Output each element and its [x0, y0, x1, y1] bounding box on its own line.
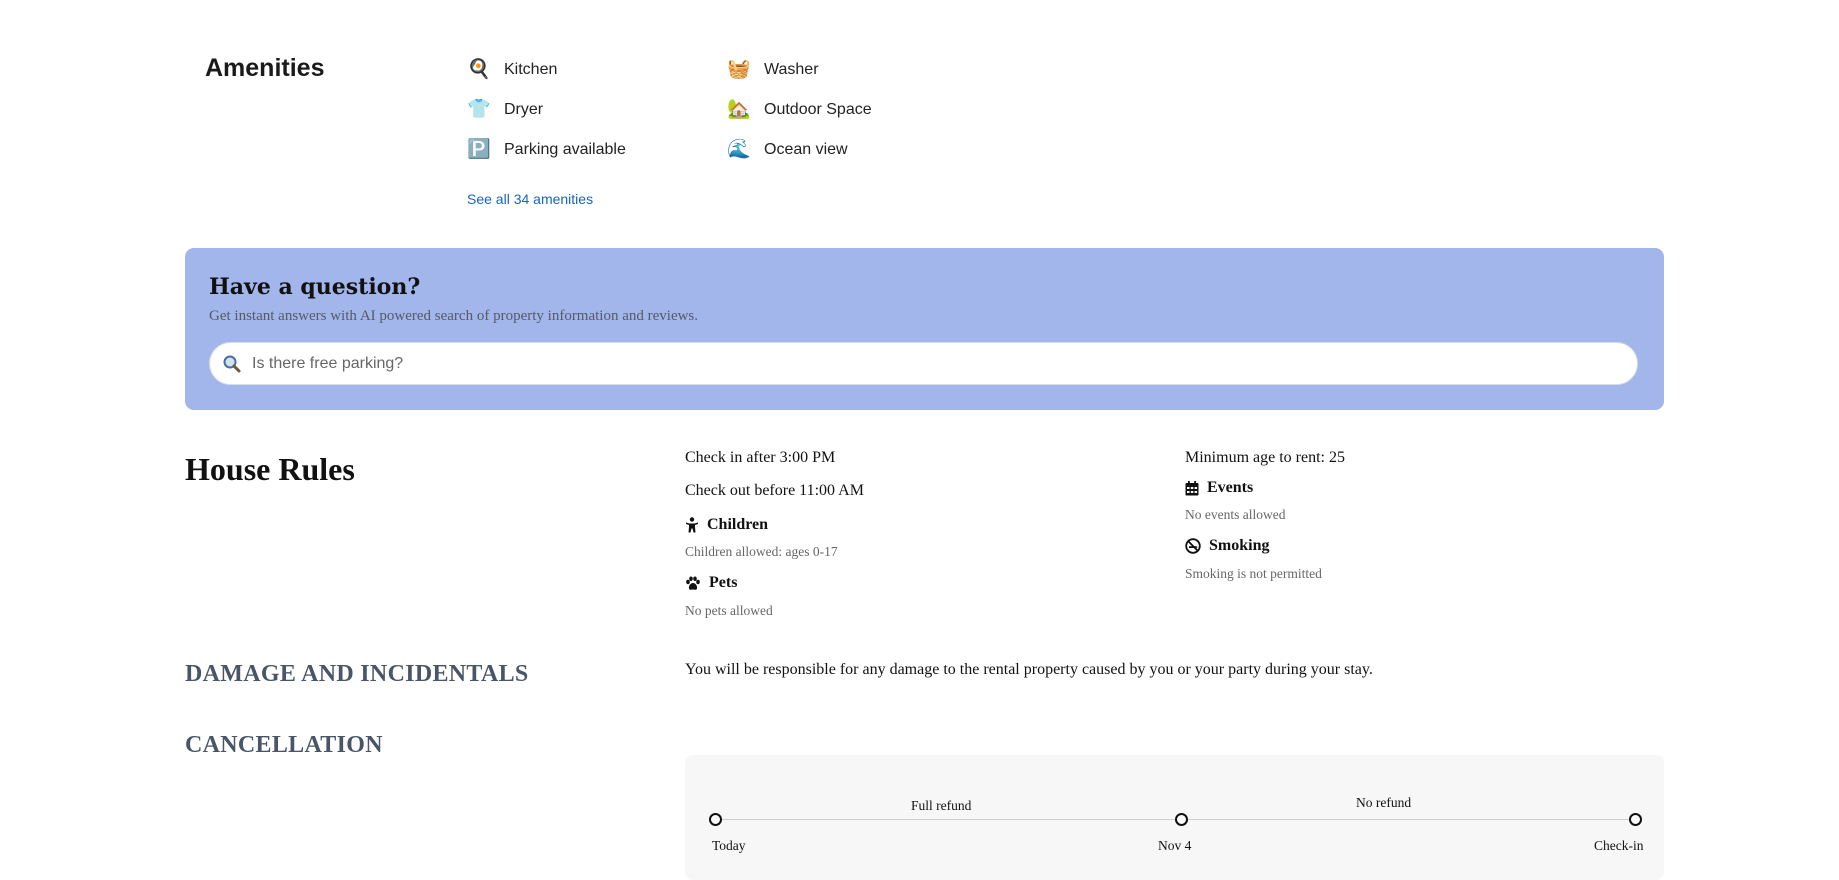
pets-detail: No pets allowed	[685, 603, 773, 618]
events-rule-heading: Events	[1185, 479, 1253, 497]
question-title: Have a question?	[209, 274, 421, 300]
timeline-point-nov-4	[1175, 813, 1188, 826]
children-label: Children	[707, 516, 769, 533]
house-garden-icon: 🏡	[727, 99, 751, 120]
smoking-rule-heading: Smoking	[1185, 537, 1269, 555]
no-smoking-icon	[1185, 538, 1201, 554]
house-rules-title: House Rules	[185, 451, 355, 487]
smoking-label: Smoking	[1209, 537, 1270, 554]
children-detail: Children allowed: ages 0-17	[685, 544, 838, 559]
check-in-rule: Check in after 3:00 PM	[685, 449, 836, 466]
amenity-ocean-view: 🌊 Ocean view	[727, 137, 927, 162]
child-icon	[686, 517, 698, 533]
frying-pan-icon: 🍳	[467, 59, 491, 80]
paw-icon	[686, 576, 700, 590]
question-panel: Have a question? Get instant answers wit…	[185, 248, 1664, 410]
see-all-amenities-link[interactable]: See all 34 amenities	[467, 191, 593, 207]
question-search-input[interactable]	[250, 353, 1637, 374]
timeline-point-check-in	[1629, 813, 1642, 826]
pets-rule-heading: Pets	[685, 574, 737, 592]
check-out-rule: Check out before 11:00 AM	[685, 482, 864, 499]
children-rule-heading: Children	[685, 516, 768, 534]
cancellation-heading: CANCELLATION	[185, 732, 383, 758]
amenity-label: Parking available	[504, 140, 626, 158]
damage-text: You will be responsible for any damage t…	[685, 661, 1373, 678]
amenity-outdoor-space: 🏡 Outdoor Space	[727, 97, 927, 122]
calendar-icon	[1185, 480, 1199, 495]
cancellation-timeline: Full refund No refund Today Nov 4 Check-…	[685, 755, 1664, 880]
timeline-label-today: Today	[712, 838, 746, 853]
smoking-detail: Smoking is not permitted	[1185, 566, 1322, 581]
question-subtitle: Get instant answers with AI powered sear…	[209, 308, 699, 324]
search-icon	[223, 355, 241, 372]
amenity-kitchen: 🍳 Kitchen	[467, 57, 727, 82]
amenity-label: Washer	[764, 60, 819, 78]
basket-icon: 🧺	[727, 59, 751, 80]
segment-full-refund: Full refund	[911, 798, 972, 813]
amenity-washer: 🧺 Washer	[727, 57, 927, 82]
damage-heading: DAMAGE AND INCIDENTALS	[185, 661, 529, 687]
events-detail: No events allowed	[1185, 507, 1286, 522]
events-label: Events	[1207, 479, 1254, 496]
amenities-list: 🍳 Kitchen 🧺 Washer 👕 Dryer 🏡 Outdoor Spa…	[467, 57, 927, 162]
amenity-label: Kitchen	[504, 60, 558, 78]
amenity-parking: 🅿️ Parking available	[467, 137, 727, 162]
segment-no-refund: No refund	[1356, 795, 1412, 810]
amenity-dryer: 👕 Dryer	[467, 97, 727, 122]
timeline-point-today	[709, 813, 722, 826]
timeline-label-check-in: Check-in	[1594, 838, 1644, 853]
pets-label: Pets	[709, 574, 738, 591]
minimum-age-rule: Minimum age to rent: 25	[1185, 449, 1345, 466]
parking-icon: 🅿️	[467, 139, 491, 160]
amenity-label: Ocean view	[764, 140, 848, 158]
wave-icon: 🌊	[727, 139, 751, 160]
shirt-icon: 👕	[467, 99, 491, 120]
amenity-label: Outdoor Space	[764, 100, 872, 118]
timeline-label-nov-4: Nov 4	[1158, 838, 1192, 853]
amenities-title: Amenities	[205, 54, 325, 82]
question-search-box[interactable]	[209, 342, 1638, 385]
amenity-label: Dryer	[504, 100, 544, 118]
